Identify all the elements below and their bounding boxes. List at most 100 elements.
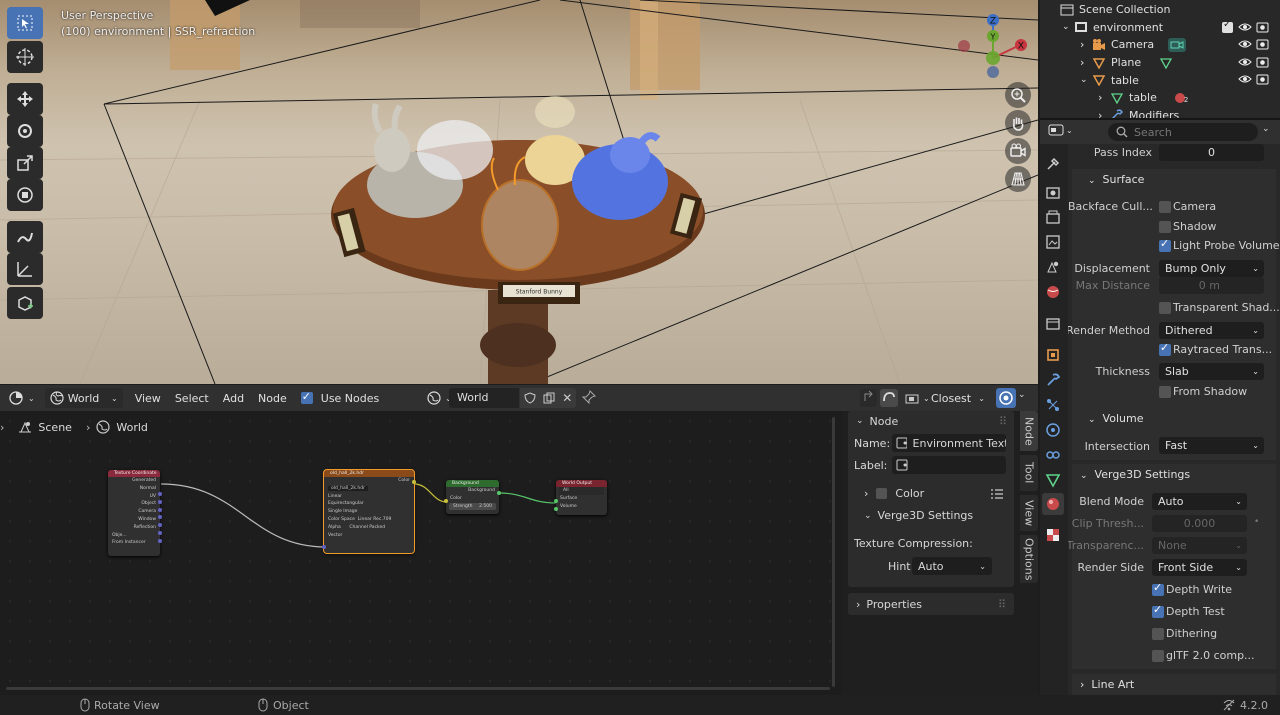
max-distance-field[interactable]: 0 m: [1159, 277, 1264, 294]
clip-threshold-field[interactable]: 0.000: [1152, 515, 1247, 532]
output-tab-icon[interactable]: [1045, 209, 1061, 225]
outliner-row-modifiers[interactable]: › Modifiers: [1040, 107, 1280, 118]
shadow-checkbox[interactable]: [1159, 221, 1171, 233]
socket[interactable]: [497, 491, 501, 495]
name-field[interactable]: Environment Text...: [892, 434, 1006, 452]
measure-icon[interactable]: [7, 253, 43, 285]
thickness-dropdown[interactable]: Slab ⌄: [1159, 363, 1264, 380]
target-dropdown[interactable]: All: [559, 487, 604, 495]
eye-icon[interactable]: [1238, 56, 1252, 68]
tool-tab-icon[interactable]: [1045, 156, 1061, 172]
world-tab-icon[interactable]: [1045, 284, 1061, 300]
editor-type-dropdown[interactable]: ⌄: [6, 388, 37, 408]
outliner-scene-collection[interactable]: Scene Collection: [1040, 1, 1280, 19]
render-side-dropdown[interactable]: Front Side ⌄: [1152, 559, 1247, 576]
snap-icon[interactable]: [880, 389, 898, 407]
verge3d-subpanel-header[interactable]: ⌄ Verge3D Settings: [864, 509, 973, 522]
rotate-icon[interactable]: [7, 115, 43, 147]
eye-icon[interactable]: [1238, 21, 1252, 33]
scale-icon[interactable]: [7, 147, 43, 179]
light-probe-checkbox[interactable]: [1159, 237, 1171, 252]
node-environment-texture[interactable]: old_hall_2k.hdr Color old_hall_2k.hdr Li…: [322, 469, 416, 554]
chevron-down-icon[interactable]: ⌄: [1018, 390, 1026, 400]
socket[interactable]: [444, 499, 448, 503]
outliner-row-camera[interactable]: › Camera: [1040, 36, 1280, 54]
outliner-row-table[interactable]: ⌄ table: [1040, 71, 1280, 89]
navigation-gizmo[interactable]: Z X Y: [950, 10, 1030, 82]
shield-icon[interactable]: [524, 392, 536, 404]
3d-viewport[interactable]: Stanford Bunny User Perspective (100) en…: [0, 0, 1038, 384]
outliner-row-environment[interactable]: ⌄ environment ✓: [1040, 19, 1280, 37]
object-tab-icon[interactable]: [1045, 347, 1061, 363]
exclude-checkbox[interactable]: ✓: [1222, 19, 1233, 33]
hand-icon[interactable]: [1005, 110, 1031, 136]
drag-handle-icon[interactable]: ⠿: [998, 598, 1006, 611]
data-tab-icon[interactable]: [1045, 472, 1061, 488]
object-field[interactable]: Obje...: [108, 532, 160, 540]
collection-tab-icon[interactable]: [1045, 316, 1061, 332]
transparent-shadows-checkbox[interactable]: [1159, 302, 1171, 314]
raytraced-checkbox[interactable]: [1159, 341, 1171, 356]
color-space-row[interactable]: Color Space Linear Rec.709: [324, 516, 414, 524]
socket[interactable]: [158, 500, 162, 504]
camera-data-icon[interactable]: [1168, 37, 1187, 52]
transform-icon[interactable]: [7, 179, 43, 211]
grid-icon[interactable]: [1005, 166, 1031, 192]
material-icon[interactable]: 2: [1173, 92, 1188, 104]
tab-view[interactable]: View: [1020, 495, 1038, 531]
from-shadow-checkbox[interactable]: [1159, 386, 1171, 398]
parent-node-icon[interactable]: [860, 389, 877, 407]
node-background[interactable]: Background Background Color Strength 2.5…: [444, 480, 501, 514]
tab-tool[interactable]: Tool: [1020, 455, 1038, 491]
outliner-row-table-mesh[interactable]: › table 2: [1040, 89, 1280, 107]
surface-section-header[interactable]: ⌄ Surface: [1072, 169, 1276, 191]
dithering-checkbox[interactable]: [1152, 628, 1164, 640]
depth-write-checkbox[interactable]: [1152, 581, 1164, 596]
scene-tab-icon[interactable]: [1045, 259, 1061, 275]
pin-icon[interactable]: [582, 390, 596, 404]
strength-field[interactable]: Strength 2.500: [449, 502, 496, 511]
socket[interactable]: [554, 507, 558, 511]
list-icon[interactable]: [990, 488, 1004, 500]
line-art-section-header[interactable]: › Line Art: [1072, 674, 1276, 695]
view-layer-tab-icon[interactable]: [1045, 234, 1061, 250]
projection-dropdown[interactable]: Equirectangular: [324, 500, 414, 508]
overlay-toggle-icon[interactable]: [996, 388, 1016, 408]
render-camera-icon[interactable]: [1256, 38, 1269, 50]
render-camera-icon[interactable]: [1256, 73, 1269, 85]
interp-dropdown[interactable]: Linear: [324, 493, 414, 501]
verge3d-section-header[interactable]: ⌄ Verge3D Settings: [1072, 464, 1276, 486]
editor-type-dropdown[interactable]: ⌄: [1048, 123, 1073, 137]
camera-checkbox[interactable]: [1159, 201, 1171, 213]
render-camera-icon[interactable]: [1256, 21, 1269, 33]
node-canvas[interactable]: › Scene › World Texture Coordinate Gener…: [0, 411, 838, 695]
socket[interactable]: [158, 523, 162, 527]
tab-options[interactable]: Options: [1020, 535, 1038, 583]
closest-dropdown[interactable]: Closest ⌄: [926, 388, 990, 408]
socket[interactable]: [554, 499, 558, 503]
render-camera-icon[interactable]: [1256, 56, 1269, 68]
menu-select[interactable]: Select: [175, 392, 209, 405]
world-type-dropdown[interactable]: World ⌄: [44, 388, 123, 408]
select-box-icon[interactable]: [7, 7, 43, 39]
color-subpanel-header[interactable]: › Color: [864, 487, 1004, 500]
drag-handle-icon[interactable]: ⠿: [999, 415, 1007, 428]
eye-icon[interactable]: [1238, 38, 1252, 50]
menu-add[interactable]: Add: [223, 392, 244, 405]
move-icon[interactable]: [7, 83, 43, 115]
close-icon[interactable]: ✕: [562, 391, 572, 405]
world-datablock-field[interactable]: World: [449, 388, 519, 408]
texture-tab-icon[interactable]: [1045, 527, 1061, 543]
camera-icon[interactable]: [1005, 138, 1031, 164]
volume-section-header[interactable]: ⌄ Volume: [1072, 408, 1276, 430]
socket[interactable]: [158, 515, 162, 519]
properties-section-header[interactable]: › Properties ⠿: [848, 593, 1014, 615]
network-off-icon[interactable]: [1222, 698, 1236, 712]
keyframe-dot-icon[interactable]: •: [1254, 517, 1259, 527]
properties-search-input[interactable]: Search: [1108, 123, 1258, 141]
transparency-dropdown[interactable]: None ⌄: [1152, 537, 1247, 554]
modifier-tab-icon[interactable]: [1045, 372, 1061, 388]
annotate-icon[interactable]: [7, 221, 43, 253]
alpha-row[interactable]: Alpha Channel Packed: [324, 524, 414, 532]
cursor-icon[interactable]: [7, 41, 43, 73]
